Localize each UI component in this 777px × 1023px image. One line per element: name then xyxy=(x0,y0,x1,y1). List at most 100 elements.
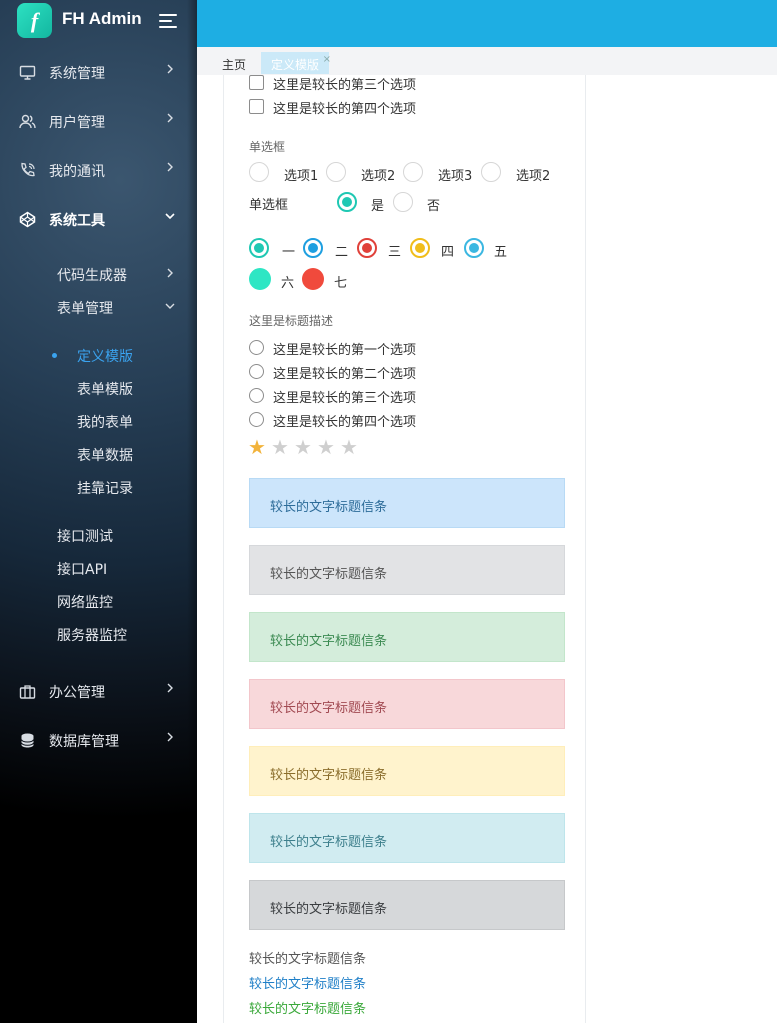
text-line: 较长的文字标题信条 xyxy=(249,1002,367,1017)
app-logo[interactable]: f xyxy=(17,3,52,38)
radio-label: 三 xyxy=(388,245,402,260)
briefcase-icon xyxy=(19,685,36,699)
sidebar-item-system[interactable]: 系统管理 xyxy=(0,52,197,92)
color-radio-red[interactable] xyxy=(357,238,377,258)
radio-label: 选项1 xyxy=(284,169,319,184)
tab-home[interactable]: 主页 xyxy=(222,52,246,74)
list-radio[interactable] xyxy=(249,364,264,379)
yesno-label: 单选框 xyxy=(249,198,289,213)
radio-label: 五 xyxy=(494,245,508,260)
star-empty-icon[interactable]: ★ xyxy=(294,437,312,457)
alert-box: 较长的文字标题信条 xyxy=(249,679,565,729)
tab-label: 定义模版 xyxy=(271,58,320,72)
alert-box: 较长的文字标题信条 xyxy=(249,545,565,595)
sidebar-item-users[interactable]: 用户管理 xyxy=(0,101,197,141)
sidebar-item-database[interactable]: 数据库管理 xyxy=(0,720,197,760)
radio-yes[interactable] xyxy=(337,192,357,212)
chevron-right-icon xyxy=(167,162,173,172)
logo-bar: f FH Admin xyxy=(0,0,197,42)
alert-box: 较长的文字标题信条 xyxy=(249,746,565,796)
sidebar-item-label: 系统管理 xyxy=(49,66,105,82)
sidebar-sub-network-monitor[interactable]: 网络监控 xyxy=(57,592,113,612)
sidebar-leaf-my-forms[interactable]: 我的表单 xyxy=(77,412,133,432)
sidebar-sub-form-management[interactable]: 表单管理 xyxy=(57,298,175,318)
text-line: 较长的文字标题信条 xyxy=(249,977,367,992)
radio-option-1[interactable] xyxy=(249,162,269,182)
chevron-right-icon xyxy=(167,732,173,742)
sidebar: f FH Admin 系统管理 用户管理 我的通讯 系统工具 代码生成器 表单管… xyxy=(0,0,197,1023)
sidebar-leaf-form-data[interactable]: 表单数据 xyxy=(77,445,133,465)
checkbox[interactable] xyxy=(249,75,264,90)
alert-box: 较长的文字标题信条 xyxy=(249,813,565,863)
sidebar-leaf-define-template[interactable]: 定义模版 xyxy=(77,346,133,366)
radio-no[interactable] xyxy=(393,192,413,212)
sidebar-item-label: 我的通讯 xyxy=(49,164,105,180)
sidebar-item-label: 数据库管理 xyxy=(49,734,119,750)
chevron-right-icon xyxy=(167,113,173,123)
radio-option-4[interactable] xyxy=(481,162,501,182)
color-radio-teal[interactable] xyxy=(249,238,269,258)
color-radio-cyan[interactable] xyxy=(464,238,484,258)
sidebar-leaf-attach-records[interactable]: 挂靠记录 xyxy=(77,478,133,498)
checkbox-label: 这里是较长的第四个选项 xyxy=(273,102,417,117)
panel-divider xyxy=(223,75,224,1023)
star-filled-icon[interactable]: ★ xyxy=(248,437,266,457)
star-empty-icon[interactable]: ★ xyxy=(271,437,289,457)
alert-box: 较长的文字标题信条 xyxy=(249,880,565,930)
radio-label: 二 xyxy=(335,245,349,260)
radio-label: 七 xyxy=(334,276,348,291)
close-icon[interactable]: × xyxy=(323,54,331,65)
list-radio[interactable] xyxy=(249,340,264,355)
text-line: 较长的文字标题信条 xyxy=(249,952,367,967)
color-radio-blue[interactable] xyxy=(303,238,323,258)
list-radio-label: 这里是较长的第二个选项 xyxy=(273,367,417,382)
menu-toggle-icon[interactable] xyxy=(159,14,177,28)
radio-option-2[interactable] xyxy=(326,162,346,182)
panel-divider xyxy=(585,75,586,1023)
sidebar-item-label: 系统工具 xyxy=(49,213,105,229)
tab-define-template[interactable]: 定义模版 × xyxy=(261,52,331,74)
color-radio-red-solid[interactable] xyxy=(302,268,324,290)
checkbox[interactable] xyxy=(249,99,264,114)
sidebar-leaf-form-template[interactable]: 表单模版 xyxy=(77,379,133,399)
list-title: 这里是标题描述 xyxy=(249,314,334,328)
radio-label: 是 xyxy=(371,199,385,214)
chevron-right-icon xyxy=(167,268,173,278)
phone-icon xyxy=(21,162,35,177)
sidebar-sub-api-test[interactable]: 接口测试 xyxy=(57,526,113,546)
radio-label: 六 xyxy=(281,276,295,291)
star-empty-icon[interactable]: ★ xyxy=(340,437,358,457)
chevron-down-icon xyxy=(165,213,175,220)
sidebar-sub-label: 代码生成器 xyxy=(57,268,127,284)
active-dot-icon xyxy=(52,353,57,358)
radio-label: 选项3 xyxy=(438,169,473,184)
codepen-icon xyxy=(19,211,36,228)
sidebar-item-label: 办公管理 xyxy=(49,685,105,701)
tab-bar: 主页 定义模版 × xyxy=(197,47,777,75)
radio-label: 否 xyxy=(427,199,441,214)
list-radio-label: 这里是较长的第三个选项 xyxy=(273,391,417,406)
chevron-down-icon xyxy=(165,303,175,309)
star-empty-icon[interactable]: ★ xyxy=(317,437,335,457)
list-radio[interactable] xyxy=(249,412,264,427)
sidebar-sub-code-generator[interactable]: 代码生成器 xyxy=(57,265,173,285)
list-radio[interactable] xyxy=(249,388,264,403)
radio-group-title: 单选框 xyxy=(249,140,286,154)
sidebar-sub-server-monitor[interactable]: 服务器监控 xyxy=(57,625,127,645)
radio-label: 选项2 xyxy=(516,169,551,184)
sidebar-item-tools[interactable]: 系统工具 xyxy=(0,199,197,239)
radio-option-3[interactable] xyxy=(403,162,423,182)
logo-letter: f xyxy=(30,7,39,33)
radio-label: 选项2 xyxy=(361,169,396,184)
color-radio-teal-solid[interactable] xyxy=(249,268,271,290)
database-icon xyxy=(21,733,34,748)
sidebar-sub-label: 表单管理 xyxy=(57,301,113,317)
monitor-icon xyxy=(19,65,36,80)
sidebar-item-office[interactable]: 办公管理 xyxy=(0,671,197,711)
sidebar-sub-api[interactable]: 接口API xyxy=(57,559,107,579)
list-radio-label: 这里是较长的第四个选项 xyxy=(273,415,417,430)
color-radio-yellow[interactable] xyxy=(410,238,430,258)
sidebar-item-messages[interactable]: 我的通讯 xyxy=(0,150,197,190)
app-title: FH Admin xyxy=(62,9,142,28)
radio-label: 四 xyxy=(441,245,455,260)
